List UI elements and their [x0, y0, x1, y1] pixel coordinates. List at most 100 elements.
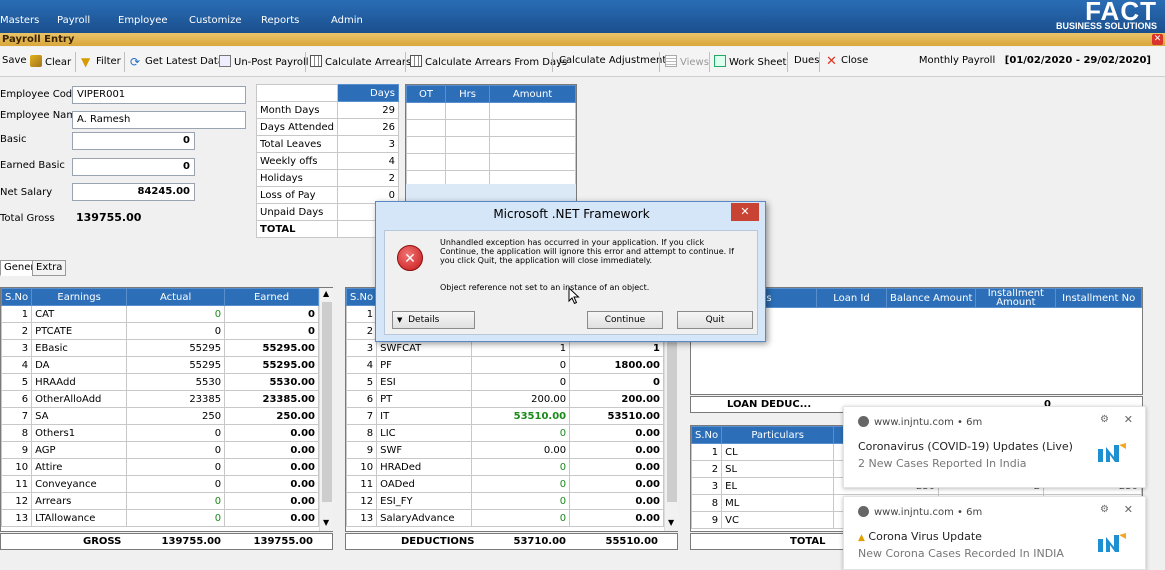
earned-basic-input[interactable]: 0	[72, 158, 195, 176]
days-row[interactable]: Month Days 29	[256, 101, 400, 119]
days-row-value[interactable]: 29	[336, 101, 400, 119]
table-row[interactable]: 2 PTCATE 0 0	[0, 322, 319, 340]
table-row[interactable]: 3 EBasic 55295 55295.00	[0, 339, 319, 357]
save-button[interactable]: Save	[2, 55, 27, 66]
table-row[interactable]: 4 DA 55295 55295.00	[0, 356, 319, 374]
table-row[interactable]: 11 OADed 0 0.00	[345, 475, 664, 493]
notification-covid-updates[interactable]: www.injntu.com • 6m ⚙ ✕ Coronavirus (COV…	[843, 406, 1146, 488]
row-actual: 0	[126, 424, 226, 442]
table-row[interactable]: 8 Others1 0 0.00	[0, 424, 319, 442]
table-row[interactable]: 5 ESI 0 0	[345, 373, 664, 391]
earnings-actual-header: Actual	[126, 288, 226, 306]
notification-corona-update[interactable]: www.injntu.com • 6m ⚙ ✕ ▲ Corona Virus U…	[843, 496, 1146, 570]
days-row-label: TOTAL	[256, 220, 338, 238]
table-row[interactable]: 10 HRADed 0 0.00	[345, 458, 664, 476]
days-row-value[interactable]: 2	[336, 169, 400, 187]
dialog-close-icon[interactable]: ✕	[731, 203, 759, 221]
notification-title: Coronavirus (COVID-19) Updates (Live)	[858, 440, 1073, 453]
menu-customize[interactable]: Customize	[189, 15, 242, 26]
table-row[interactable]: 5 HRAAdd 5530 5530.00	[0, 373, 319, 391]
tab-extra[interactable]: Extra	[32, 260, 67, 276]
dues-button[interactable]: Dues	[794, 55, 819, 66]
quit-button[interactable]: Quit	[677, 311, 753, 329]
row-sno: 5	[0, 373, 33, 391]
window-close-icon[interactable]: ✕	[1152, 34, 1163, 45]
toolbar-separator	[709, 52, 710, 72]
get-latest-data-button[interactable]: ⟳ Get Latest Data	[130, 55, 224, 69]
table-row[interactable]: 4 PF 0 1800.00	[345, 356, 664, 374]
days-row-value[interactable]: 3	[336, 135, 400, 153]
days-row-value[interactable]: 26	[336, 118, 400, 136]
gear-icon[interactable]: ⚙	[1100, 504, 1109, 515]
earnings-scrollbar[interactable]: ▲ ▼	[319, 288, 333, 531]
menu-reports[interactable]: Reports	[261, 15, 299, 26]
leave-sno: 9	[690, 511, 723, 529]
continue-button[interactable]: Continue	[587, 311, 663, 329]
row-name: OADed	[376, 475, 473, 493]
table-row[interactable]: 6 PT 200.00 200.00	[345, 390, 664, 408]
row-name: PTCATE	[31, 322, 128, 340]
table-row[interactable]: 11 Conveyance 0 0.00	[0, 475, 319, 493]
table-row[interactable]: 1 CAT 0 0	[0, 305, 319, 323]
row-actual: 55295	[126, 339, 226, 357]
injntu-logo-icon	[1098, 533, 1126, 552]
days-row-label: Holidays	[256, 169, 338, 187]
days-row[interactable]: Total Leaves 3	[256, 135, 400, 153]
table-row[interactable]: 9 AGP 0 0.00	[0, 441, 319, 459]
row-earned: 0.00	[224, 441, 319, 459]
basic-input[interactable]: 0	[72, 132, 195, 150]
row-actual: 0	[126, 492, 226, 510]
leave-particular: CL	[721, 443, 835, 461]
days-row[interactable]: Days Attended 26	[256, 118, 400, 136]
row-name: AGP	[31, 441, 128, 459]
deductions-actual: 53710.00	[513, 536, 566, 547]
row-actual: 1	[471, 339, 571, 357]
days-grid-blank-header	[256, 84, 338, 102]
table-row[interactable]: 6 OtherAlloAdd 23385 23385.00	[0, 390, 319, 408]
filter-button[interactable]: ▼ Filter	[81, 55, 121, 69]
table-row[interactable]: 12 Arrears 0 0.00	[0, 492, 319, 510]
row-actual: 0	[126, 322, 226, 340]
net-salary-input[interactable]: 84245.00	[72, 183, 195, 201]
leave-particular: SL	[721, 460, 835, 478]
refresh-icon: ⟳	[130, 55, 141, 69]
row-actual: 0	[471, 458, 571, 476]
calculate-adjustments-button[interactable]: Calculate Adjustments	[559, 55, 672, 66]
table-row[interactable]: 13 LTAllowance 0 0.00	[0, 509, 319, 527]
employee-code-input[interactable]: VIPER001	[72, 86, 246, 104]
scroll-thumb[interactable]	[322, 302, 332, 502]
table-row[interactable]: 10 Attire 0 0.00	[0, 458, 319, 476]
calculate-arrears-from-days-button[interactable]: Calculate Arrears From Days	[410, 55, 567, 68]
employee-name-input[interactable]: A. Ramesh	[72, 111, 246, 129]
close-icon[interactable]: ✕	[1124, 503, 1133, 516]
row-sno: 10	[345, 458, 378, 476]
table-row[interactable]: 7 IT 53510.00 53510.00	[345, 407, 664, 425]
calculate-arrears-button[interactable]: Calculate Arrears	[310, 55, 411, 68]
scroll-down-icon[interactable]: ▼	[323, 518, 329, 527]
days-row[interactable]: Weekly offs 4	[256, 152, 400, 170]
menu-masters[interactable]: Masters	[0, 15, 39, 26]
days-row[interactable]: Holidays 2	[256, 169, 400, 187]
gear-icon[interactable]: ⚙	[1100, 414, 1109, 425]
table-row[interactable]: 9 SWF 0.00 0.00	[345, 441, 664, 459]
table-row[interactable]: 13 SalaryAdvance 0 0.00	[345, 509, 664, 527]
close-icon[interactable]: ✕	[1124, 413, 1133, 426]
menu-payroll[interactable]: Payroll	[57, 15, 90, 26]
views-button[interactable]: Views	[665, 55, 709, 68]
menu-employee[interactable]: Employee	[118, 15, 168, 26]
chrome-icon	[858, 416, 869, 427]
work-sheet-button[interactable]: Work Sheet	[714, 55, 786, 68]
close-button[interactable]: ✕ Close	[826, 55, 868, 68]
scroll-down-icon[interactable]: ▼	[668, 518, 674, 527]
unpost-payroll-button[interactable]: Un-Post Payroll	[219, 55, 309, 68]
scroll-up-icon[interactable]: ▲	[323, 289, 329, 298]
table-row[interactable]: 7 SA 250 250.00	[0, 407, 319, 425]
details-button[interactable]: ▼ Details	[392, 311, 475, 329]
row-name: CAT	[31, 305, 128, 323]
table-row[interactable]: 3 SWFCAT 1 1	[345, 339, 664, 357]
table-row[interactable]: 8 LIC 0 0.00	[345, 424, 664, 442]
menu-admin[interactable]: Admin	[331, 15, 363, 26]
clear-button[interactable]: Clear	[30, 55, 71, 68]
days-row-value[interactable]: 4	[336, 152, 400, 170]
table-row[interactable]: 12 ESI_FY 0 0.00	[345, 492, 664, 510]
